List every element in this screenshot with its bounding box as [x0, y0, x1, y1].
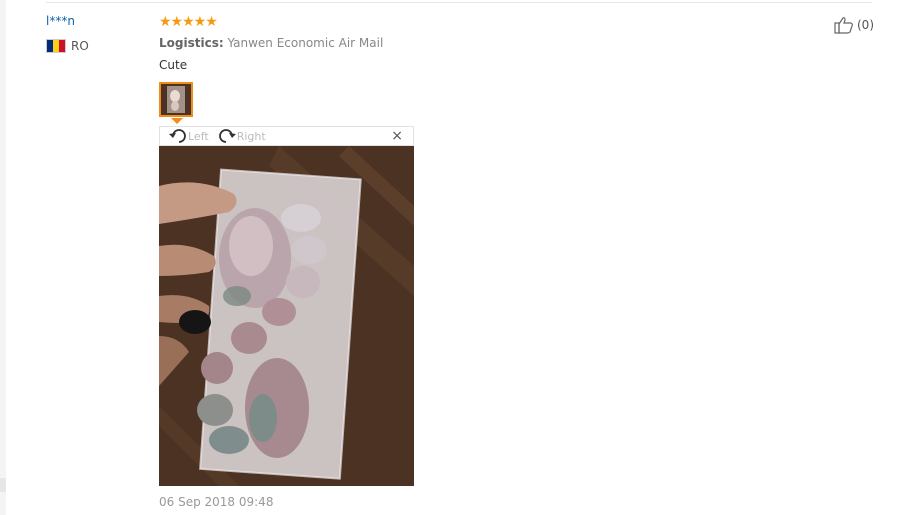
rotate-left-button[interactable]: Left [168, 127, 209, 145]
reviewer-name: l***n [46, 14, 75, 28]
close-icon[interactable]: × [391, 128, 403, 144]
review-panel [6, 0, 909, 515]
logistics-value: Yanwen Economic Air Mail [223, 36, 384, 50]
review-date: 06 Sep 2018 09:48 [159, 495, 274, 509]
photo-thumbnail[interactable] [159, 82, 193, 117]
romania-flag-icon [46, 39, 66, 53]
scroll-marker [0, 478, 6, 492]
thumbnail-pointer [171, 118, 183, 124]
image-viewer-toolbar: Left Right × [159, 126, 414, 146]
helpful-count: (0) [857, 18, 874, 32]
review-photo[interactable] [159, 146, 414, 486]
reviewer-country: RO [46, 39, 89, 53]
review-comment: Cute [159, 58, 188, 72]
rotate-left-label: Left [188, 129, 209, 143]
logistics-info: Logistics: Yanwen Economic Air Mail [159, 36, 383, 50]
helpful-button[interactable]: (0) [834, 16, 874, 34]
rotate-right-label: Right [236, 129, 266, 143]
rating-stars: ★★★★★ [159, 14, 218, 30]
logistics-label: Logistics: [159, 36, 224, 50]
rotate-right-button[interactable]: Right [217, 127, 266, 145]
rotate-left-icon [169, 129, 186, 143]
country-code: RO [71, 39, 89, 53]
rotate-right-icon [218, 129, 236, 143]
divider [46, 2, 872, 3]
thumbs-up-icon [834, 17, 853, 34]
